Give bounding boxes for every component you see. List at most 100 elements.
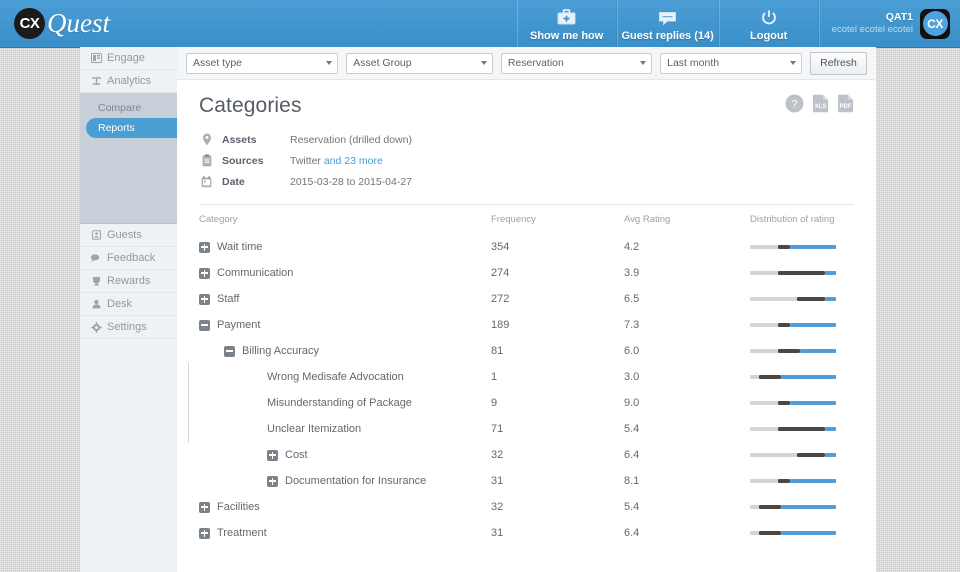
cell-distribution [750,520,854,546]
table-body: Wait time 354 4.2 Communication 274 3.9 Staff 2… [188,234,854,546]
table-row[interactable]: Staff 272 6.5 [199,286,854,312]
sidebar-item-rewards[interactable]: Rewards [80,270,177,293]
table-head: Category Frequency Avg Rating Distributi… [199,207,854,234]
cell-frequency: 354 [491,241,510,253]
table-row[interactable]: Treatment 31 6.4 [199,520,854,546]
meta-sources-label: Sources [222,154,264,167]
expand-icon[interactable] [199,267,210,279]
expand-icon[interactable] [199,293,210,305]
desk-icon [89,299,103,309]
table-row[interactable]: Unclear Itemization 71 5.4 [188,415,854,443]
chevron-down-icon [480,61,487,65]
distribution-segment-3 [780,531,836,535]
date-range-select[interactable]: Last month [660,52,802,74]
show-me-how-button[interactable]: Show me how [516,0,617,47]
help-icon[interactable]: ? [785,94,804,113]
pdf-export-icon[interactable]: PDF [837,94,854,113]
distribution-segment-3 [824,453,836,457]
cell-category: Wrong Medisafe Advocation [188,363,491,391]
account-avatar: CX [920,8,950,39]
table-row[interactable]: Cost 32 6.4 [199,442,854,468]
distribution-segment-3 [789,401,836,405]
cell-distribution [750,260,854,286]
asset-group-value: Asset Group [353,57,412,69]
col-header-avg-rating: Avg Rating [624,214,671,225]
main-content: Asset type Asset Group Reservation Last … [177,47,876,572]
collapse-icon[interactable] [199,319,210,331]
table-row[interactable]: Documentation for Insurance 31 8.1 [199,468,854,494]
distribution-segment-3 [824,271,836,275]
account-subtitle: ecotel ecotel ecotel [831,24,913,36]
category-cell: Documentation for Insurance [199,475,491,487]
distribution-segment-3 [824,297,836,301]
cell-distribution [750,390,854,416]
account-name: QAT1 [885,11,913,23]
logout-label: Logout [750,30,788,42]
meta-sources-row: Sources Twitter and 23 more [199,150,854,171]
app-logo[interactable]: CX Quest [0,0,434,47]
refresh-button[interactable]: Refresh [810,51,867,75]
account-menu[interactable]: QAT1 ecotel ecotel ecotel CX [818,0,960,47]
table-row[interactable]: Wrong Medisafe Advocation 1 3.0 [188,363,854,391]
cell-avg-rating: 7.3 [624,319,640,331]
meta-sources-value: Twitter and 23 more [290,155,383,167]
cell-category: Unclear Itemization [188,415,491,443]
table-row[interactable]: Misunderstanding of Package 9 9.0 [188,389,854,417]
expand-icon[interactable] [199,527,210,539]
table-row[interactable]: Payment 189 7.3 [199,312,854,338]
asset-type-select[interactable]: Asset type [186,52,339,74]
category-cell: Treatment [199,527,491,539]
distribution-segment-3 [780,505,836,509]
sources-more-link[interactable]: and 23 more [324,155,383,167]
date-range-value: Last month [667,57,720,69]
category-cell: Billing Accuracy [199,345,491,357]
sidebar-item-settings-label: Settings [107,321,147,333]
sidebar-item-desk[interactable]: Desk [80,293,177,316]
sidebar-item-analytics[interactable]: Analytics [80,70,177,93]
distribution-segment-3 [780,375,836,379]
table-row[interactable]: Facilities 32 5.4 [199,494,854,520]
reservation-select[interactable]: Reservation [500,52,653,74]
distribution-bar [750,479,836,483]
meta-assets-value: Reservation (drilled down) [290,133,412,146]
logout-button[interactable]: Logout [718,0,819,47]
guest-replies-button[interactable]: Guest replies (14) [616,0,719,47]
distribution-segment-2 [778,401,790,405]
expand-icon[interactable] [267,475,278,487]
cell-avg-rating: 3.9 [624,267,640,279]
sidebar-item-settings[interactable]: Settings [80,316,177,339]
distribution-segment-2 [759,531,781,535]
table-row[interactable]: Wait time 354 4.2 [199,234,854,260]
xls-export-icon[interactable]: XLS [812,94,829,113]
chevron-down-icon [640,61,647,65]
distribution-bar [750,323,836,327]
asset-group-select[interactable]: Asset Group [346,52,493,74]
analytics-icon [89,76,103,86]
distribution-segment-1 [750,297,798,301]
distribution-segment-3 [789,479,836,483]
sidebar-item-engage[interactable]: Engage [80,47,177,70]
expand-icon[interactable] [267,449,278,461]
sidebar-item-feedback[interactable]: Feedback [80,247,177,270]
app-root: CX Quest Show me how Guest replies (14) … [0,0,960,572]
sidebar-item-guests[interactable]: Guests [80,224,177,247]
calendar-icon [199,175,214,188]
sidebar-item-reports-label: Reports [98,122,135,134]
distribution-segment-1 [750,453,798,457]
table-row[interactable]: Billing Accuracy 81 6.0 [199,338,854,364]
show-me-how-label: Show me how [529,30,604,42]
category-label: Misunderstanding of Package [267,397,412,409]
category-label: Cost [285,449,308,461]
expand-icon[interactable] [199,501,210,513]
sidebar-item-reports[interactable]: Reports [86,118,177,138]
categories-table: Category Frequency Avg Rating Distributi… [188,207,854,546]
sidebar-item-engage-label: Engage [107,52,145,64]
sidebar-item-guests-label: Guests [107,229,142,241]
cell-frequency: 31 [491,475,504,487]
table-row[interactable]: Communication 274 3.9 [199,260,854,286]
collapse-icon[interactable] [224,345,235,357]
expand-icon[interactable] [199,241,210,253]
filter-toolbar: Asset type Asset Group Reservation Last … [177,47,876,80]
sidebar-item-compare[interactable]: Compare [80,98,177,118]
header-actions: Show me how Guest replies (14) Logout QA… [516,0,960,47]
